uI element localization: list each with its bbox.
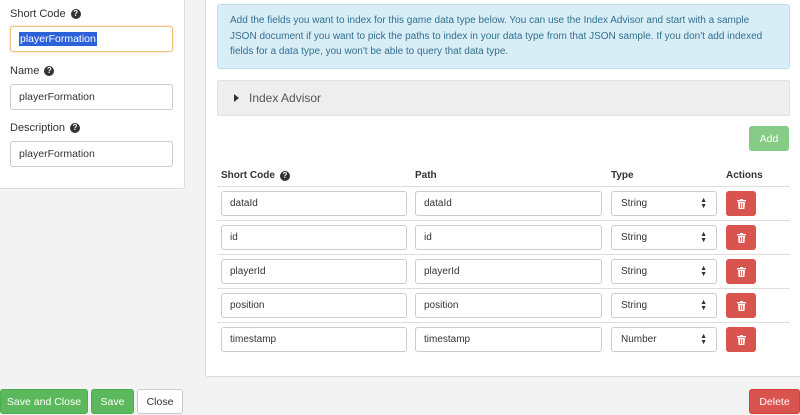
save-button[interactable]: Save [91, 389, 134, 414]
column-header-actions: Actions [726, 170, 763, 181]
details-panel: Short Code ? playerFormation Name ? play… [0, 0, 185, 189]
table-row: playerId playerId String ▲ ▼ [217, 254, 790, 288]
close-button[interactable]: Close [137, 389, 183, 414]
column-header-path: Path [415, 170, 437, 181]
type-select[interactable]: String ▲ ▼ [611, 191, 717, 216]
table-row: id id String ▲ ▼ [217, 220, 790, 254]
save-and-close-button[interactable]: Save and Close [0, 389, 88, 414]
index-fields-panel: Add the fields you want to index for thi… [205, 0, 800, 377]
table-row: dataId dataId String ▲ ▼ [217, 186, 790, 220]
index-advisor-toggle[interactable]: Index Advisor [217, 80, 790, 116]
table-row: timestamp timestamp Number ▲ ▼ [217, 322, 790, 356]
delete-row-button[interactable] [726, 191, 756, 216]
trash-icon [736, 266, 746, 277]
trash-icon [736, 232, 746, 243]
help-icon[interactable]: ? [44, 66, 55, 76]
type-select[interactable]: String ▲ ▼ [611, 293, 717, 318]
caret-right-icon [234, 94, 239, 102]
help-icon[interactable]: ? [70, 123, 81, 133]
short-code-input[interactable]: playerFormation [10, 26, 173, 52]
delete-button[interactable]: Delete [749, 389, 800, 414]
add-field-button[interactable]: Add [749, 126, 789, 151]
table-row: position position String ▲ ▼ [217, 288, 790, 322]
select-arrows-icon: ▲ ▼ [700, 230, 707, 244]
select-arrows-icon: ▲ ▼ [700, 298, 707, 312]
trash-icon [736, 300, 746, 311]
column-header-short-code: Short Code ? [221, 170, 290, 181]
path-cell-input[interactable]: dataId [415, 191, 602, 216]
select-arrows-icon: ▲ ▼ [700, 264, 707, 278]
description-label: Description ? [10, 122, 81, 134]
help-icon[interactable]: ? [70, 9, 81, 19]
short-code-cell-input[interactable]: id [221, 225, 407, 250]
table-header: Short Code ? Path Type Actions [217, 162, 790, 186]
delete-row-button[interactable] [726, 293, 756, 318]
trash-icon [736, 334, 746, 345]
select-arrows-icon: ▲ ▼ [700, 332, 707, 346]
delete-row-button[interactable] [726, 327, 756, 352]
column-header-type: Type [611, 170, 634, 181]
path-cell-input[interactable]: playerId [415, 259, 602, 284]
type-select[interactable]: String ▲ ▼ [611, 259, 717, 284]
path-cell-input[interactable]: id [415, 225, 602, 250]
description-input[interactable]: playerFormation [10, 141, 173, 167]
path-cell-input[interactable]: timestamp [415, 327, 602, 352]
delete-row-button[interactable] [726, 225, 756, 250]
short-code-cell-input[interactable]: dataId [221, 191, 407, 216]
short-code-label: Short Code ? [10, 8, 81, 20]
short-code-cell-input[interactable]: playerId [221, 259, 407, 284]
name-input[interactable]: playerFormation [10, 84, 173, 110]
trash-icon [736, 198, 746, 209]
type-select[interactable]: String ▲ ▼ [611, 225, 717, 250]
help-icon[interactable]: ? [279, 170, 290, 181]
info-alert: Add the fields you want to index for thi… [217, 4, 790, 69]
type-select[interactable]: Number ▲ ▼ [611, 327, 717, 352]
name-label: Name ? [10, 65, 55, 77]
delete-row-button[interactable] [726, 259, 756, 284]
index-fields-table: Short Code ? Path Type Actions dataId dat… [217, 162, 790, 356]
path-cell-input[interactable]: position [415, 293, 602, 318]
short-code-cell-input[interactable]: timestamp [221, 327, 407, 352]
short-code-cell-input[interactable]: position [221, 293, 407, 318]
select-arrows-icon: ▲ ▼ [700, 196, 707, 210]
table-body: dataId dataId String ▲ ▼ id id String ▲ ▼ playerId… [217, 186, 790, 356]
